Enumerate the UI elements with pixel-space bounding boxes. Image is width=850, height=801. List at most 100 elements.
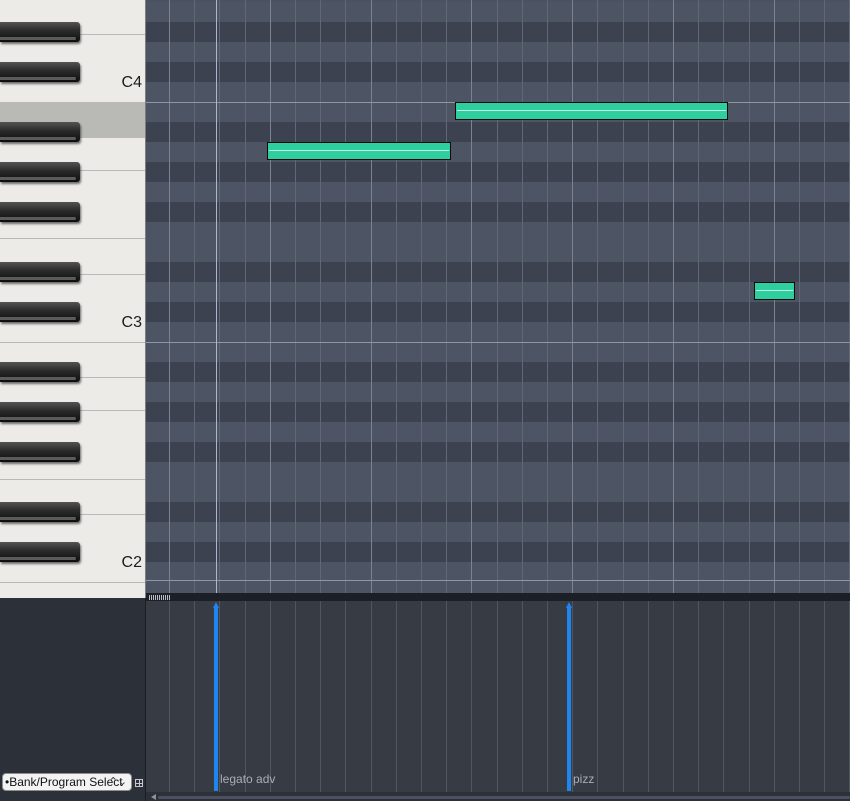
grid-row xyxy=(146,362,850,382)
black-key[interactable] xyxy=(0,542,80,562)
grid-line xyxy=(245,0,246,593)
program-change-event[interactable] xyxy=(213,602,219,791)
horizontal-scrollbar[interactable] xyxy=(146,792,850,801)
grid-line xyxy=(623,0,624,593)
grid-row xyxy=(146,302,850,322)
grid-line xyxy=(219,0,220,593)
grid-line xyxy=(446,0,447,593)
grid-row xyxy=(146,422,850,442)
black-key[interactable] xyxy=(0,262,80,282)
black-key[interactable] xyxy=(0,442,80,462)
lane-grid-line xyxy=(723,601,724,801)
scroll-left-icon[interactable] xyxy=(151,794,156,800)
lane-grid-line xyxy=(245,601,246,801)
grid-row xyxy=(146,42,850,62)
grid-line xyxy=(471,0,472,593)
lane-grid-line xyxy=(673,601,674,801)
grid-line xyxy=(749,0,750,593)
grid-line xyxy=(320,0,321,593)
splitter-grip-icon[interactable] xyxy=(149,595,171,600)
white-key-divider xyxy=(0,102,145,103)
white-key-divider xyxy=(0,582,145,583)
grid-row xyxy=(146,322,850,342)
program-change-event[interactable] xyxy=(566,602,572,791)
lane-grid-line xyxy=(194,601,195,801)
grid-line xyxy=(723,0,724,593)
grid-line xyxy=(371,0,372,593)
octave-label-c3: C3 xyxy=(121,314,142,331)
lane-grid-line xyxy=(522,601,523,801)
expand-lane-icon[interactable] xyxy=(135,779,143,787)
midi-note[interactable] xyxy=(455,102,728,120)
grid-line xyxy=(169,0,170,593)
grid-row xyxy=(146,582,850,593)
lane-splitter[interactable] xyxy=(146,593,850,601)
controller-lane-header xyxy=(0,598,146,801)
octave-label-c2: C2 xyxy=(121,554,142,571)
lane-grid-line xyxy=(749,601,750,801)
note-grid[interactable] xyxy=(146,0,850,593)
white-key-divider xyxy=(0,479,145,480)
black-key[interactable] xyxy=(0,162,80,182)
grid-line xyxy=(270,0,271,593)
lane-grid-line xyxy=(698,601,699,801)
grid-line xyxy=(673,0,674,593)
grid-row xyxy=(146,62,850,82)
lane-grid-line xyxy=(345,601,346,801)
lane-grid-line xyxy=(597,601,598,801)
black-key[interactable] xyxy=(0,202,80,222)
lane-grid-line xyxy=(547,601,548,801)
program-change-label: pizz xyxy=(573,772,595,786)
grid-line xyxy=(345,0,346,593)
lane-grid-line xyxy=(421,601,422,801)
grid-row xyxy=(146,262,850,282)
octave-line xyxy=(146,580,850,581)
grid-row xyxy=(146,122,850,142)
grid-line xyxy=(194,0,195,593)
grid-row xyxy=(146,162,850,182)
grid-row xyxy=(146,542,850,562)
grid-row xyxy=(146,462,850,482)
midi-note[interactable] xyxy=(267,142,451,160)
grid-row xyxy=(146,202,850,222)
grid-line xyxy=(547,0,548,593)
grid-line xyxy=(597,0,598,593)
black-key[interactable] xyxy=(0,62,80,82)
white-key-divider xyxy=(0,342,145,343)
grid-row xyxy=(146,342,850,362)
grid-line xyxy=(648,0,649,593)
grid-row xyxy=(146,2,850,22)
grid-line xyxy=(824,0,825,593)
lane-grid-line xyxy=(295,601,296,801)
playhead[interactable] xyxy=(216,0,217,601)
scrollbar-thumb[interactable] xyxy=(158,796,850,799)
grid-line xyxy=(698,0,699,593)
chevron-up-down-icon: ⌃⌄ xyxy=(108,776,127,788)
black-key[interactable] xyxy=(0,402,80,422)
midi-note[interactable] xyxy=(754,282,795,300)
lane-grid-line xyxy=(497,601,498,801)
black-key[interactable] xyxy=(0,502,80,522)
piano-keyboard[interactable]: C4 C3 C2 xyxy=(0,0,146,598)
grid-row xyxy=(146,482,850,502)
grid-row xyxy=(146,562,850,582)
controller-lane[interactable]: legato adv pizz xyxy=(146,601,850,801)
black-key[interactable] xyxy=(0,362,80,382)
grid-row xyxy=(146,242,850,262)
lane-grid-line xyxy=(799,601,800,801)
controller-select[interactable]: •Bank/Program Select ⌃⌄ xyxy=(2,773,132,791)
program-change-label: legato adv xyxy=(220,772,276,786)
black-key[interactable] xyxy=(0,122,80,142)
black-key[interactable] xyxy=(0,302,80,322)
lane-grid-line xyxy=(623,601,624,801)
grid-line xyxy=(799,0,800,593)
grid-row xyxy=(146,382,850,402)
black-key[interactable] xyxy=(0,22,80,42)
grid-row xyxy=(146,82,850,102)
lane-grid-line xyxy=(471,601,472,801)
grid-row xyxy=(146,182,850,202)
lane-grid-line xyxy=(320,601,321,801)
grid-line xyxy=(572,0,573,593)
controller-select-label: •Bank/Program Select xyxy=(5,775,123,789)
lane-grid-line xyxy=(824,601,825,801)
